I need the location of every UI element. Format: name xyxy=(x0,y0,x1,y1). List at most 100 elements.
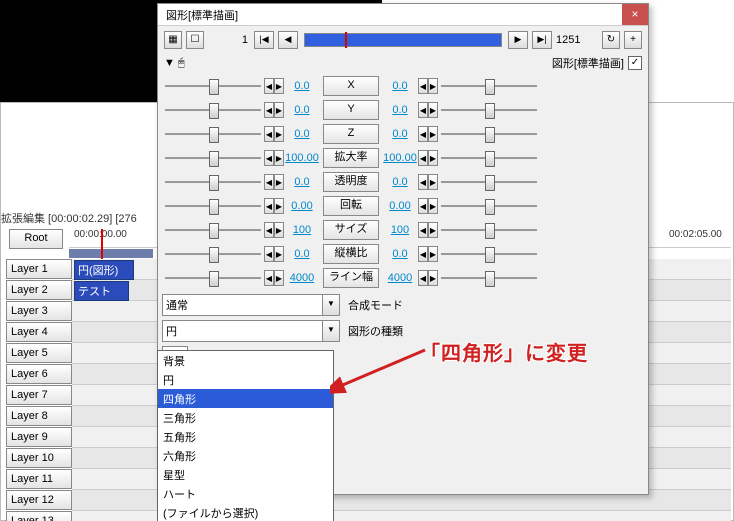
param-name-button[interactable]: Z xyxy=(323,124,379,144)
param-stepper-left[interactable]: ◀▶ xyxy=(264,198,284,214)
param-name-button[interactable]: サイズ xyxy=(323,220,379,240)
param-slider-left[interactable] xyxy=(165,174,261,190)
param-value-right[interactable]: 4000 xyxy=(382,272,418,284)
layer-label[interactable]: Layer 11 xyxy=(6,469,72,489)
param-stepper-right[interactable]: ◀▶ xyxy=(418,102,438,118)
layer-label[interactable]: Layer 5 xyxy=(6,343,72,363)
dropdown-item[interactable]: 三角形 xyxy=(158,408,333,427)
param-stepper-right[interactable]: ◀▶ xyxy=(418,246,438,262)
param-value-right[interactable]: 0.0 xyxy=(382,80,418,92)
param-stepper-right[interactable]: ◀▶ xyxy=(418,222,438,238)
param-name-button[interactable]: 拡大率 xyxy=(323,148,379,168)
layer-label[interactable]: Layer 10 xyxy=(6,448,72,468)
param-name-button[interactable]: 透明度 xyxy=(323,172,379,192)
param-value-right[interactable]: 0.0 xyxy=(382,248,418,260)
refresh-icon[interactable]: ↻ xyxy=(602,31,620,49)
param-name-button[interactable]: Y xyxy=(323,100,379,120)
param-stepper-left[interactable]: ◀▶ xyxy=(264,126,284,142)
tool-icon[interactable]: ▦ xyxy=(164,31,182,49)
param-name-button[interactable]: X xyxy=(323,76,379,96)
param-value-right[interactable]: 0.0 xyxy=(382,104,418,116)
chevron-down-icon[interactable]: ▼ xyxy=(322,321,339,341)
param-name-button[interactable]: ライン幅 xyxy=(323,268,379,288)
layer-label[interactable]: Layer 6 xyxy=(6,364,72,384)
param-value-left[interactable]: 100 xyxy=(284,224,320,236)
param-value-left[interactable]: 0.00 xyxy=(284,200,320,212)
param-stepper-left[interactable]: ◀▶ xyxy=(264,246,284,262)
frame-first-button[interactable]: |◀ xyxy=(254,31,274,49)
dropdown-item[interactable]: 六角形 xyxy=(158,446,333,465)
shape-type-dropdown[interactable]: 背景円四角形三角形五角形六角形星型ハート(ファイルから選択) xyxy=(157,350,334,521)
param-value-left[interactable]: 0.0 xyxy=(284,248,320,260)
param-slider-left[interactable] xyxy=(165,270,261,286)
layer-label[interactable]: Layer 3 xyxy=(6,301,72,321)
dropdown-item[interactable]: 円 xyxy=(158,370,333,389)
param-slider-right[interactable] xyxy=(441,246,537,262)
dropdown-item[interactable]: 五角形 xyxy=(158,427,333,446)
clip-text[interactable]: テスト xyxy=(74,281,129,301)
param-slider-left[interactable] xyxy=(165,102,261,118)
param-slider-left[interactable] xyxy=(165,222,261,238)
param-slider-right[interactable] xyxy=(441,150,537,166)
frame-slider[interactable] xyxy=(304,33,502,47)
param-stepper-left[interactable]: ◀▶ xyxy=(264,174,284,190)
tool-icon[interactable]: ☐ xyxy=(186,31,204,49)
param-stepper-left[interactable]: ◀▶ xyxy=(264,270,284,286)
frame-next-button[interactable]: ▶ xyxy=(508,31,528,49)
param-value-left[interactable]: 4000 xyxy=(284,272,320,284)
dialog-titlebar[interactable]: 図形[標準描画] × xyxy=(158,4,648,26)
param-stepper-left[interactable]: ◀▶ xyxy=(264,102,284,118)
enable-checkbox[interactable]: ✓ xyxy=(628,56,642,70)
param-slider-right[interactable] xyxy=(441,126,537,142)
param-slider-left[interactable] xyxy=(165,150,261,166)
dropdown-item[interactable]: 背景 xyxy=(158,351,333,370)
layer-label[interactable]: Layer 2 xyxy=(6,280,72,300)
layer-label[interactable]: Layer 1 xyxy=(6,259,72,279)
root-button[interactable]: Root xyxy=(9,229,63,249)
dropdown-item[interactable]: (ファイルから選択) xyxy=(158,503,333,521)
clip-shape[interactable]: 円(図形) xyxy=(74,260,134,280)
blend-mode-combo[interactable]: 通常 ▼ xyxy=(162,294,340,316)
param-value-right[interactable]: 100 xyxy=(382,224,418,236)
param-stepper-right[interactable]: ◀▶ xyxy=(418,126,438,142)
selection-range[interactable] xyxy=(69,249,153,258)
param-value-left[interactable]: 0.0 xyxy=(284,128,320,140)
param-value-left[interactable]: 0.0 xyxy=(284,176,320,188)
param-slider-left[interactable] xyxy=(165,198,261,214)
param-value-right[interactable]: 100.00 xyxy=(382,152,418,164)
param-value-right[interactable]: 0.0 xyxy=(382,128,418,140)
param-stepper-left[interactable]: ◀▶ xyxy=(264,222,284,238)
dropdown-item[interactable]: 四角形 xyxy=(158,389,333,408)
param-name-button[interactable]: 縦横比 xyxy=(323,244,379,264)
param-value-right[interactable]: 0.00 xyxy=(382,200,418,212)
param-slider-right[interactable] xyxy=(441,198,537,214)
layer-label[interactable]: Layer 8 xyxy=(6,406,72,426)
param-stepper-right[interactable]: ◀▶ xyxy=(418,198,438,214)
dropdown-item[interactable]: ハート xyxy=(158,484,333,503)
param-slider-right[interactable] xyxy=(441,78,537,94)
add-icon[interactable]: + xyxy=(624,31,642,49)
frame-prev-button[interactable]: ◀ xyxy=(278,31,298,49)
param-stepper-right[interactable]: ◀▶ xyxy=(418,150,438,166)
shape-type-combo[interactable]: 円 ▼ xyxy=(162,320,340,342)
param-stepper-left[interactable]: ◀▶ xyxy=(264,78,284,94)
param-slider-right[interactable] xyxy=(441,222,537,238)
param-value-left[interactable]: 0.0 xyxy=(284,80,320,92)
param-slider-right[interactable] xyxy=(441,102,537,118)
layer-label[interactable]: Layer 9 xyxy=(6,427,72,447)
layer-label[interactable]: Layer 12 xyxy=(6,490,72,510)
param-stepper-right[interactable]: ◀▶ xyxy=(418,174,438,190)
param-slider-right[interactable] xyxy=(441,270,537,286)
param-slider-right[interactable] xyxy=(441,174,537,190)
param-slider-left[interactable] xyxy=(165,126,261,142)
param-value-left[interactable]: 0.0 xyxy=(284,104,320,116)
close-button[interactable]: × xyxy=(622,4,648,25)
param-stepper-left[interactable]: ◀▶ xyxy=(264,150,284,166)
param-slider-left[interactable] xyxy=(165,246,261,262)
param-value-right[interactable]: 0.0 xyxy=(382,176,418,188)
frame-last-button[interactable]: ▶| xyxy=(532,31,552,49)
param-name-button[interactable]: 回転 xyxy=(323,196,379,216)
layer-label[interactable]: Layer 4 xyxy=(6,322,72,342)
chevron-down-icon[interactable]: ▼ xyxy=(322,295,339,315)
dropdown-item[interactable]: 星型 xyxy=(158,465,333,484)
